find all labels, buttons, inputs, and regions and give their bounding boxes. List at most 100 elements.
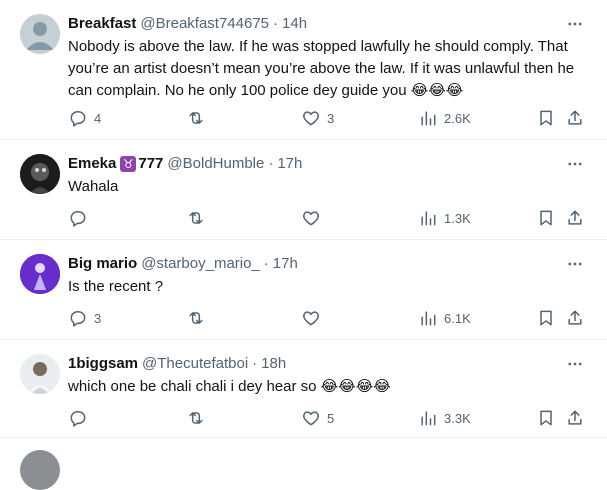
like-button[interactable] (301, 308, 327, 328)
avatar[interactable] (20, 450, 60, 490)
bookmark-icon (540, 210, 552, 226)
author-handle[interactable]: @BoldHumble (167, 154, 264, 174)
share-icon (568, 410, 582, 425)
author-handle[interactable]: @starboy_mario_ (141, 254, 260, 274)
bookmark-button[interactable] (536, 308, 556, 328)
more-icon[interactable] (563, 14, 587, 34)
avatar[interactable] (20, 154, 60, 194)
reply-count: 3 (94, 310, 102, 326)
views-icon (421, 211, 436, 226)
view-count: 6.1K (444, 310, 471, 326)
more-icon[interactable] (563, 154, 587, 174)
retweet-icon (189, 112, 203, 124)
reply-count: 4 (94, 110, 102, 126)
tweet[interactable]: Big mario @starboy_mario_ · 17h Is the r… (0, 240, 607, 340)
author-handle[interactable]: @Thecutefatboi (142, 354, 248, 374)
author-handle[interactable]: @Breakfast744675 (140, 14, 269, 34)
more-icon[interactable] (563, 354, 587, 374)
retweet-icon (189, 312, 203, 324)
avatar[interactable] (20, 354, 60, 394)
reply-icon (70, 111, 86, 127)
view-count: 2.6K (444, 110, 471, 126)
share-button[interactable] (565, 308, 585, 328)
retweet-button[interactable] (186, 108, 212, 128)
action-bar: 3 6.1K (68, 306, 587, 330)
action-bar: 1.3K (68, 206, 587, 230)
views-button[interactable]: 2.6K (418, 108, 471, 128)
retweet-button[interactable] (186, 408, 212, 428)
heart-icon (303, 311, 319, 326)
author-name-suffix[interactable]: 777 (138, 154, 163, 174)
heart-icon (303, 411, 319, 426)
views-button[interactable]: 1.3K (418, 208, 471, 228)
like-count: 3 (327, 110, 335, 126)
view-count: 3.3K (444, 410, 471, 426)
separator-dot: · (273, 15, 279, 32)
tweet-timestamp[interactable]: 18h (261, 354, 286, 374)
author-name[interactable]: Emeka (68, 154, 116, 174)
default-avatar-icon (20, 14, 60, 54)
reply-button[interactable]: 4 (68, 108, 101, 128)
tweet-partial[interactable] (0, 438, 607, 490)
like-count: 5 (327, 410, 335, 426)
action-bar: 4 3 2.6K (68, 106, 587, 130)
taurus-icon: ♉ (120, 156, 137, 172)
tweet-text: Wahala (68, 178, 119, 195)
bookmark-icon (540, 110, 552, 126)
tweet-timestamp[interactable]: 17h (277, 154, 302, 174)
avatar-photo (20, 354, 60, 394)
views-button[interactable]: 6.1K (418, 308, 471, 328)
reply-icon (70, 411, 86, 427)
action-bar: 5 3.3K (68, 406, 587, 430)
views-icon (421, 411, 436, 426)
share-icon (568, 210, 582, 225)
heart-icon (303, 111, 319, 126)
views-button[interactable]: 3.3K (418, 408, 471, 428)
reply-icon (70, 311, 86, 327)
share-icon (568, 310, 582, 325)
tweet-text: Nobody is above the law. If he was stopp… (68, 38, 575, 99)
share-button[interactable] (565, 408, 585, 428)
retweet-icon (189, 412, 203, 424)
reply-button[interactable]: 3 (68, 308, 101, 328)
separator-dot: · (268, 155, 274, 172)
author-name[interactable]: Big mario (68, 254, 137, 274)
tweet-text: which one be chali chali i dey hear so 😂… (68, 378, 391, 395)
reply-icon (70, 211, 86, 227)
retweet-button[interactable] (186, 308, 212, 328)
heart-icon (303, 211, 319, 226)
like-button[interactable]: 3 (301, 108, 334, 128)
reply-button[interactable] (68, 408, 94, 428)
bookmark-button[interactable] (536, 408, 556, 428)
author-name[interactable]: 1biggsam (68, 354, 138, 374)
avatar[interactable] (20, 254, 60, 294)
more-icon[interactable] (563, 254, 587, 274)
view-count: 1.3K (444, 210, 471, 226)
share-icon (568, 110, 582, 125)
avatar[interactable] (20, 14, 60, 54)
retweet-icon (189, 212, 203, 224)
separator-dot: · (252, 355, 258, 372)
like-button[interactable] (301, 208, 327, 228)
like-button[interactable]: 5 (301, 408, 334, 428)
author-name[interactable]: Breakfast (68, 14, 136, 34)
bookmark-icon (540, 310, 552, 326)
retweet-button[interactable] (186, 208, 212, 228)
tweet[interactable]: 1biggsam @Thecutefatboi · 18h which one … (0, 340, 607, 438)
tweet-timestamp[interactable]: 14h (282, 14, 307, 34)
tweet[interactable]: Breakfast @Breakfast744675 · 14h Nobody … (0, 0, 607, 140)
bookmark-button[interactable] (536, 108, 556, 128)
reply-timeline: Breakfast @Breakfast744675 · 14h Nobody … (0, 0, 607, 490)
bookmark-button[interactable] (536, 208, 556, 228)
bookmark-icon (540, 410, 552, 426)
share-button[interactable] (565, 108, 585, 128)
separator-dot: · (263, 255, 269, 272)
views-icon (421, 111, 436, 126)
share-button[interactable] (565, 208, 585, 228)
tweet[interactable]: Emeka ♉ 777 @BoldHumble · 17h Wahala 1.3… (0, 140, 607, 240)
tweet-timestamp[interactable]: 17h (273, 254, 298, 274)
avatar-photo (20, 254, 60, 294)
reply-button[interactable] (68, 208, 94, 228)
views-icon (421, 311, 436, 326)
tweet-text: Is the recent ? (68, 278, 164, 295)
